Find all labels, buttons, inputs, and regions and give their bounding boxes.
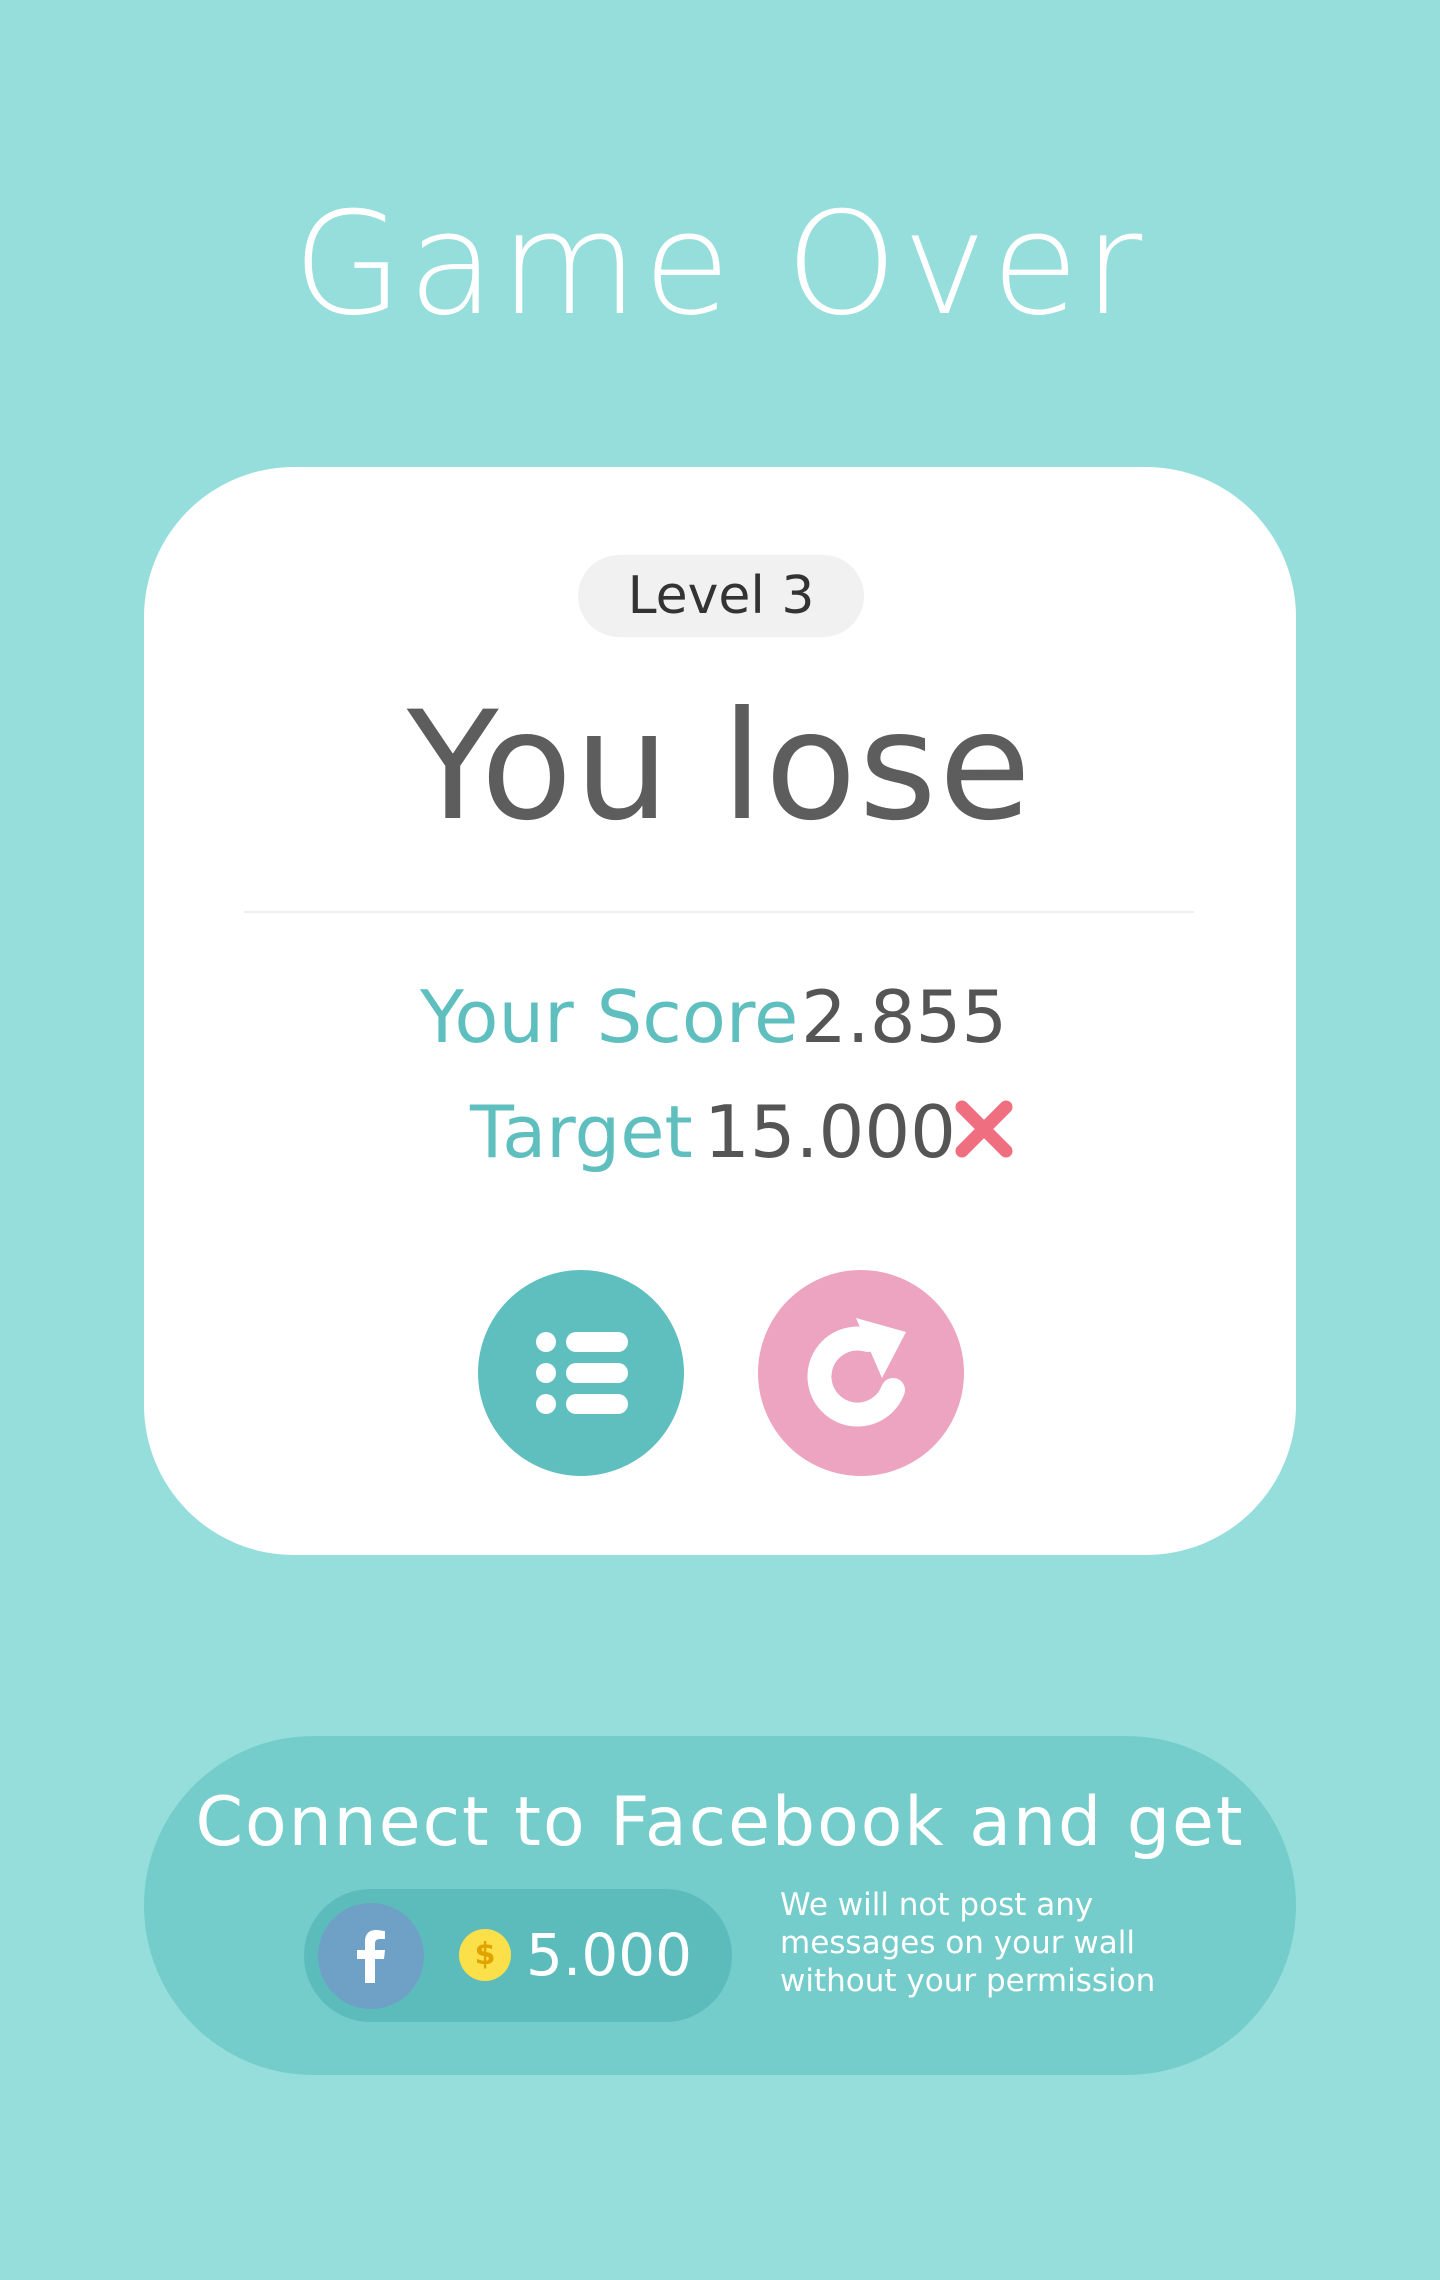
target-row: Target 15.000	[144, 1087, 1296, 1177]
restart-icon	[807, 1318, 906, 1427]
reward-amount: 5.000	[526, 1921, 693, 1989]
cross-icon	[955, 1100, 1013, 1158]
facebook-connect-panel: Connect to Facebook and get $ 5.000 We w…	[144, 1736, 1296, 2075]
result-heading: You lose	[406, 680, 1034, 854]
divider	[244, 911, 1194, 913]
retry-button[interactable]	[758, 1270, 964, 1476]
game-over-title: Game Over	[292, 182, 1148, 347]
score-row: Your Score 2.855	[144, 972, 1296, 1062]
privacy-note-line: without your permission	[780, 1963, 1156, 1999]
menu-button[interactable]	[478, 1270, 684, 1476]
list-icon	[536, 1332, 628, 1414]
score-value: 2.855	[801, 975, 1008, 1059]
privacy-note-line: We will not post any	[780, 1887, 1094, 1923]
result-card: Level 3 You lose Your Score 2.855 Target…	[144, 467, 1296, 1555]
level-badge: Level 3	[578, 555, 864, 637]
privacy-note-line: messages on your wall	[780, 1925, 1135, 1961]
privacy-note: We will not post any messages on your wa…	[780, 1886, 1160, 2000]
score-label: Your Score	[420, 975, 799, 1059]
facebook-headline: Connect to Facebook and get	[195, 1783, 1245, 1862]
coin-icon: $	[459, 1929, 511, 1981]
facebook-connect-button[interactable]: $ 5.000	[304, 1889, 732, 2022]
target-label: Target	[470, 1090, 693, 1174]
facebook-icon	[318, 1903, 424, 2009]
coin-symbol: $	[474, 1937, 496, 1972]
target-value: 15.000	[704, 1090, 956, 1174]
